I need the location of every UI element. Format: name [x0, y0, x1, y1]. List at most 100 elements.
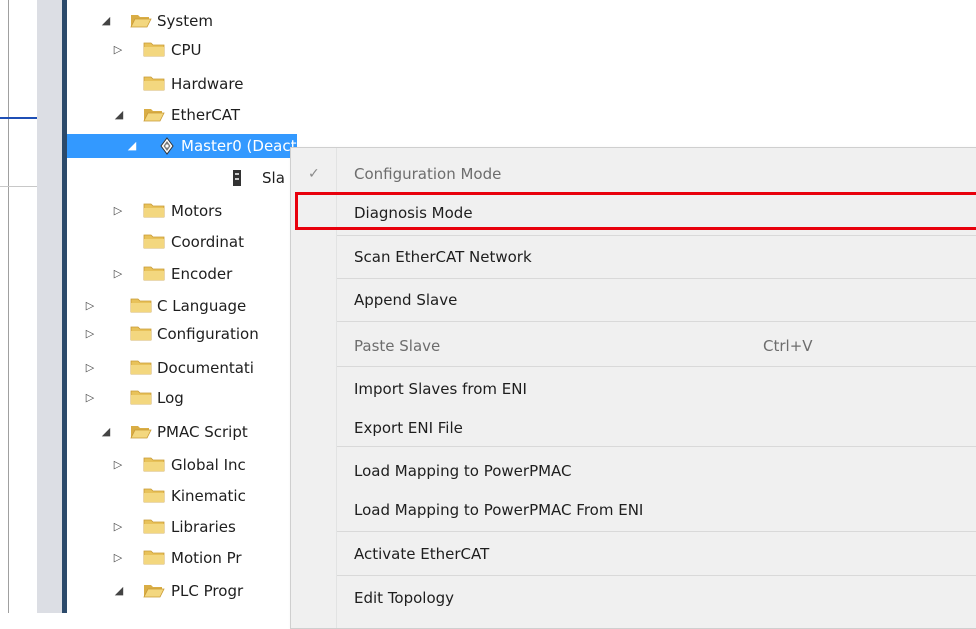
menu-item-label: Activate EtherCAT: [354, 545, 490, 563]
menu-item-edit-topology[interactable]: Edit Topology: [291, 580, 976, 616]
menu-separator: [337, 575, 976, 576]
splitter-gray[interactable]: [37, 0, 62, 613]
tree-item-coordinate[interactable]: Coordinat: [67, 230, 297, 254]
tree-item-label: Master0 (Deactivated): [181, 137, 297, 155]
tree-item-label: C Language: [157, 297, 247, 315]
expanded-arrow-icon[interactable]: ◢: [99, 423, 113, 441]
menu-item-configuration-mode[interactable]: ✓ Configuration Mode: [291, 156, 976, 192]
tree-item-configuration[interactable]: ▷ Configuration: [67, 322, 297, 346]
folder-icon: [143, 42, 165, 57]
tree-item-documentation[interactable]: ▷ Documentati: [67, 356, 297, 380]
tree-item-label: System: [157, 12, 213, 30]
ethercat-master-icon: [159, 137, 175, 155]
folder-open-icon: [130, 424, 152, 439]
tree-item-label: EtherCAT: [171, 106, 240, 124]
annotation-highlight-box: [295, 192, 976, 230]
collapsed-arrow-icon[interactable]: ▷: [83, 297, 97, 315]
collapsed-arrow-icon[interactable]: ▷: [83, 359, 97, 377]
collapsed-arrow-icon[interactable]: ▷: [111, 549, 125, 567]
menu-separator: [337, 278, 976, 279]
tree-item-c-language[interactable]: ▷ C Language: [67, 294, 297, 318]
menu-item-label: Import Slaves from ENI: [354, 380, 527, 398]
tree-item-ethercat[interactable]: ◢ EtherCAT: [67, 103, 297, 127]
folder-icon: [130, 360, 152, 375]
menu-item-paste-slave[interactable]: Paste Slave Ctrl+V: [291, 328, 976, 364]
menu-item-load-mapping[interactable]: Load Mapping to PowerPMAC: [291, 453, 976, 489]
tree-item-plc-programs[interactable]: ◢ PLC Progr: [67, 579, 297, 603]
gutter-marker: [0, 117, 37, 119]
checkmark-icon: ✓: [308, 166, 320, 182]
menu-item-label: Export ENI File: [354, 419, 463, 437]
tree-item-label: Encoder: [171, 265, 233, 283]
tree-item-hardware[interactable]: Hardware: [67, 72, 297, 96]
tree-item-label: CPU: [171, 41, 202, 59]
gutter-line: [8, 0, 9, 613]
collapsed-arrow-icon[interactable]: ▷: [83, 389, 97, 407]
slave-device-icon: [232, 169, 242, 187]
menu-item-scan-ethercat-network[interactable]: Scan EtherCAT Network: [291, 239, 976, 275]
gutter-divider: [0, 186, 37, 187]
shortcut-label: Ctrl+V: [763, 337, 813, 355]
menu-item-load-mapping-from-eni[interactable]: Load Mapping to PowerPMAC From ENI: [291, 492, 976, 528]
tree-item-cpu[interactable]: ▷ CPU: [67, 38, 297, 62]
menu-item-export-eni-file[interactable]: Export ENI File: [291, 410, 976, 446]
menu-item-append-slave[interactable]: Append Slave: [291, 282, 976, 318]
menu-separator: [337, 446, 976, 447]
tree-item-label: PLC Progr: [171, 582, 244, 600]
expanded-arrow-icon[interactable]: ◢: [125, 137, 139, 155]
tree-item-label: Libraries: [171, 518, 236, 536]
tree-item-label: Global Inc: [171, 456, 246, 474]
menu-item-import-slaves-from-eni[interactable]: Import Slaves from ENI: [291, 371, 976, 407]
tree-item-pmac-script[interactable]: ◢ PMAC Script: [67, 420, 297, 444]
folder-open-icon: [143, 107, 165, 122]
collapsed-arrow-icon[interactable]: ▷: [111, 518, 125, 536]
menu-item-label: Paste Slave: [354, 337, 441, 355]
tree-item-label: Log: [157, 389, 184, 407]
folder-icon: [143, 519, 165, 534]
expanded-arrow-icon[interactable]: ◢: [112, 106, 126, 124]
folder-icon: [143, 457, 165, 472]
folder-icon: [143, 266, 165, 281]
tree-item-motors[interactable]: ▷ Motors: [67, 199, 297, 223]
menu-item-label: Edit Topology: [354, 589, 455, 607]
tree-item-motion-programs[interactable]: ▷ Motion Pr: [67, 546, 297, 570]
tree-item-slave[interactable]: Sla: [67, 166, 297, 190]
folder-icon: [130, 298, 152, 313]
menu-separator: [337, 366, 976, 367]
solution-tree: ◢ System ▷ CPU Hardware ◢ EtherCAT ◢ Mas…: [67, 0, 297, 613]
collapsed-arrow-icon[interactable]: ▷: [111, 41, 125, 59]
collapsed-arrow-icon[interactable]: ▷: [111, 202, 125, 220]
tree-item-encoder[interactable]: ▷ Encoder: [67, 262, 297, 286]
expanded-arrow-icon[interactable]: ◢: [112, 582, 126, 600]
expanded-arrow-icon[interactable]: ◢: [99, 12, 113, 30]
tree-item-label: Coordinat: [171, 233, 245, 251]
collapsed-arrow-icon[interactable]: ▷: [111, 265, 125, 283]
menu-item-label: Configuration Mode: [354, 165, 502, 183]
menu-item-activate-ethercat[interactable]: Activate EtherCAT: [291, 536, 976, 572]
menu-separator: [337, 235, 976, 236]
tree-item-master0[interactable]: ◢ Master0 (Deactivated): [67, 134, 297, 158]
menu-separator: [337, 531, 976, 532]
tree-item-label: Kinematic: [171, 487, 246, 505]
tree-item-global-includes[interactable]: ▷ Global Inc: [67, 453, 297, 477]
tree-item-log[interactable]: ▷ Log: [67, 386, 297, 410]
tree-item-label: PMAC Script: [157, 423, 248, 441]
collapsed-arrow-icon[interactable]: ▷: [111, 456, 125, 474]
menu-item-label: Load Mapping to PowerPMAC: [354, 462, 572, 480]
tree-item-label: Configuration: [157, 325, 259, 343]
menu-item-label: Append Slave: [354, 291, 458, 309]
tree-item-kinematic[interactable]: Kinematic: [67, 484, 297, 508]
collapsed-arrow-icon[interactable]: ▷: [83, 325, 97, 343]
tree-item-label: Documentati: [157, 359, 254, 377]
tree-item-label: Motors: [171, 202, 223, 220]
folder-icon: [130, 390, 152, 405]
folder-icon: [143, 550, 165, 565]
folder-open-icon: [130, 13, 152, 28]
tree-item-libraries[interactable]: ▷ Libraries: [67, 515, 297, 539]
folder-open-icon: [143, 583, 165, 598]
tree-item-label: Sla: [262, 169, 285, 187]
editor-gutter: [0, 0, 37, 613]
menu-item-label: Scan EtherCAT Network: [354, 248, 532, 266]
tree-item-system[interactable]: ◢ System: [67, 9, 297, 33]
folder-icon: [143, 488, 165, 503]
